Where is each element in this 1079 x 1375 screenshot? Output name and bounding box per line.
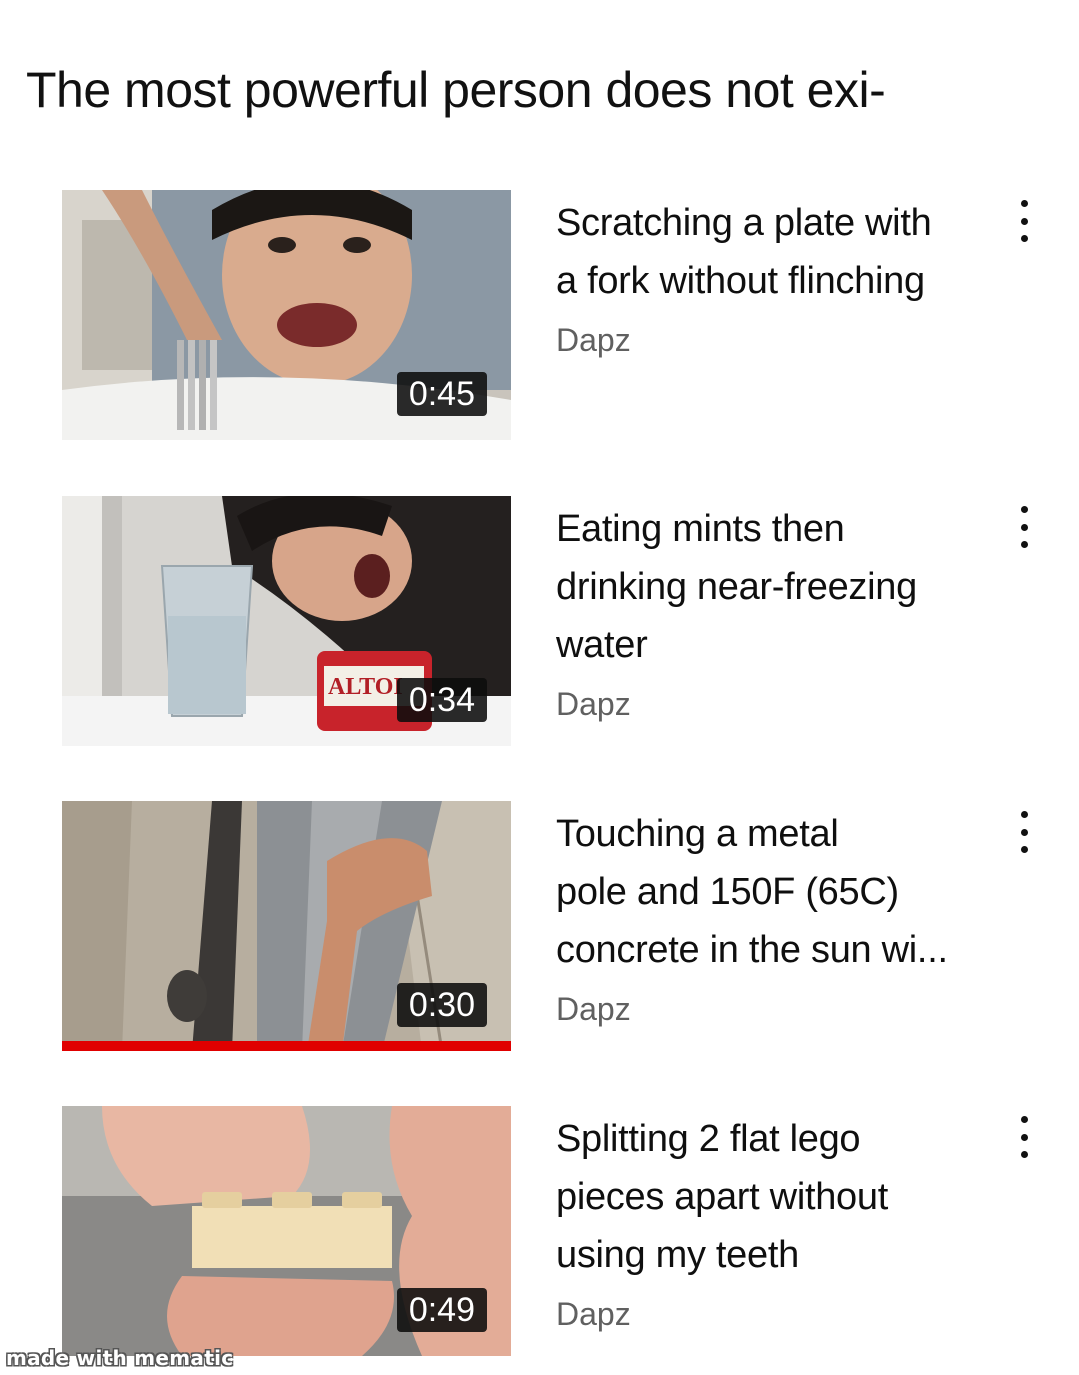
mematic-watermark: made with mematic	[6, 1346, 234, 1370]
video-title-line: pieces apart without	[556, 1176, 888, 1218]
more-vert-icon[interactable]	[1012, 506, 1036, 548]
thumbnail-tin-text: ALTOI	[328, 674, 403, 700]
more-vert-icon[interactable]	[1012, 1116, 1036, 1158]
video-title-line: Touching a metal	[556, 813, 839, 855]
video-thumbnail[interactable]: 0:49	[62, 1106, 511, 1356]
video-thumbnail[interactable]: 0:30	[62, 801, 511, 1051]
video-title-line: Eating mints then	[556, 508, 845, 550]
video-info: Eating mints then drinking near-freezing…	[556, 496, 986, 734]
video-title-line: using my teeth	[556, 1234, 799, 1276]
channel-name[interactable]: Dapz	[556, 310, 986, 370]
video-title-line: a fork without flinching	[556, 260, 925, 302]
more-vert-icon[interactable]	[1012, 200, 1036, 242]
video-duration: 0:34	[396, 678, 487, 722]
video-title-line: Splitting 2 flat lego	[556, 1118, 861, 1160]
more-vert-icon[interactable]	[1012, 811, 1036, 853]
channel-name[interactable]: Dapz	[556, 979, 986, 1039]
video-title-line: Scratching a plate with	[556, 202, 932, 244]
channel-name[interactable]: Dapz	[556, 1284, 986, 1344]
video-list: 0:45 Scratching a plate with a fork with…	[0, 0, 1079, 1375]
video-duration: 0:45	[396, 372, 487, 416]
channel-name[interactable]: Dapz	[556, 674, 986, 734]
video-title[interactable]: Touching a metal pole and 150F (65C) con…	[556, 805, 986, 979]
video-info: Touching a metal pole and 150F (65C) con…	[556, 801, 986, 1039]
video-title[interactable]: Splitting 2 flat lego pieces apart witho…	[556, 1110, 986, 1284]
video-title[interactable]: Eating mints then drinking near-freezing…	[556, 500, 986, 674]
video-duration: 0:49	[396, 1288, 487, 1332]
video-info: Splitting 2 flat lego pieces apart witho…	[556, 1106, 986, 1344]
video-thumbnail[interactable]: 0:45	[62, 190, 511, 440]
video-duration: 0:30	[396, 983, 487, 1027]
video-title-line: drinking near-freezing	[556, 566, 917, 608]
video-thumbnail[interactable]: ALTOI 0:34	[62, 496, 511, 746]
watch-progress-bar	[62, 1041, 511, 1051]
video-title-line: water	[556, 624, 648, 666]
video-title[interactable]: Scratching a plate with a fork without f…	[556, 194, 986, 310]
video-title-line: pole and 150F (65C)	[556, 871, 899, 913]
video-info: Scratching a plate with a fork without f…	[556, 190, 986, 370]
video-title-line: concrete in the sun wi...	[556, 929, 948, 971]
